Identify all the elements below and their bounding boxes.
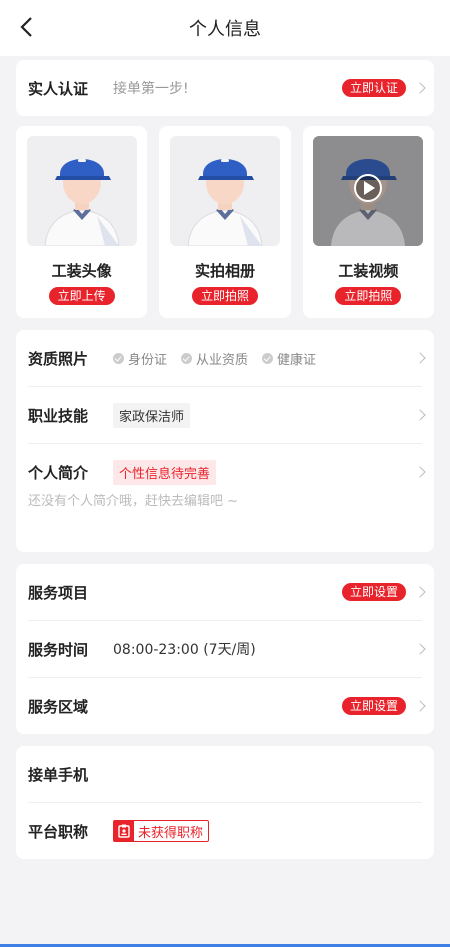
photo-cards: 工装头像 立即上传 实拍相册 立即拍照 工装视频 立即拍照 xyxy=(16,126,434,318)
chevron-right-icon xyxy=(414,586,426,598)
platform-title-row: 平台职称 未获得职称 xyxy=(16,803,434,859)
qualifications-row[interactable]: 资质照片 身份证 从业资质 健康证 xyxy=(16,330,434,386)
photo-label: 实拍相册 xyxy=(194,262,255,280)
skills-label: 职业技能 xyxy=(28,406,89,425)
nav-bar: 个人信息 xyxy=(0,0,450,56)
realname-row[interactable]: 实人认证 接单第一步! 立即认证 xyxy=(16,60,434,116)
upload-now-button[interactable]: 立即上传 xyxy=(48,287,115,305)
take-photo-button[interactable]: 立即拍照 xyxy=(191,287,258,305)
photo-label: 工装头像 xyxy=(51,262,112,280)
worker-video-icon xyxy=(331,159,406,246)
page-title: 个人信息 xyxy=(189,19,261,40)
profile-card: 资质照片 身份证 从业资质 健康证 职业技能 家政保洁师 个人简介 个性信息待完… xyxy=(16,330,434,552)
service-time-row[interactable]: 服务时间 08:00-23:00 (7天/周) xyxy=(16,621,434,677)
photo-label: 工装视频 xyxy=(338,262,399,280)
service-items-row[interactable]: 服务项目 立即设置 xyxy=(16,564,434,620)
check-circle-icon xyxy=(113,352,124,364)
avatar-placeholder[interactable] xyxy=(26,136,137,246)
bio-label: 个人简介 xyxy=(28,463,89,482)
set-service-items-button[interactable]: 立即设置 xyxy=(341,583,406,601)
photo-card-avatar[interactable]: 工装头像 立即上传 xyxy=(16,126,148,318)
platform-title-label: 平台职称 xyxy=(28,822,89,841)
qualification-list: 身份证 从业资质 健康证 xyxy=(113,349,316,368)
qualification-item: 健康证 xyxy=(262,349,316,368)
album-placeholder[interactable] xyxy=(169,136,280,246)
qualification-item: 从业资质 xyxy=(181,349,248,368)
bio-placeholder[interactable]: 还没有个人简介哦，赶快去编辑吧 ~ xyxy=(16,492,434,552)
set-service-area-button[interactable]: 立即设置 xyxy=(341,697,406,715)
check-circle-icon xyxy=(181,352,193,364)
bio-row[interactable]: 个人简介 个性信息待完善 xyxy=(16,444,434,500)
check-circle-icon xyxy=(262,352,274,364)
worker-avatar-icon xyxy=(44,159,120,246)
phone-row[interactable]: 接单手机 xyxy=(16,746,434,802)
video-placeholder[interactable] xyxy=(313,136,424,246)
service-area-row[interactable]: 服务区域 立即设置 xyxy=(16,678,434,734)
chevron-right-icon xyxy=(414,352,426,364)
service-time-value: 08:00-23:00 (7天/周) xyxy=(113,642,256,658)
worker-avatar-icon xyxy=(187,159,263,246)
record-video-button[interactable]: 立即拍照 xyxy=(335,287,402,305)
platform-title-tag: 未获得职称 xyxy=(113,820,210,842)
skill-tag: 家政保洁师 xyxy=(113,402,191,428)
service-area-label: 服务区域 xyxy=(28,697,89,716)
service-time-label: 服务时间 xyxy=(28,640,89,659)
verify-now-button[interactable]: 立即认证 xyxy=(341,79,406,97)
chevron-right-icon xyxy=(414,700,426,712)
platform-title-text: 未获得职称 xyxy=(138,825,204,841)
chevron-left-icon xyxy=(20,17,32,37)
contact-card: 接单手机 平台职称 未获得职称 xyxy=(16,746,434,859)
realname-card: 实人认证 接单第一步! 立即认证 xyxy=(16,60,434,116)
phone-label: 接单手机 xyxy=(28,765,89,784)
qualifications-label: 资质照片 xyxy=(28,349,89,368)
service-card: 服务项目 立即设置 服务时间 08:00-23:00 (7天/周) 服务区域 立… xyxy=(16,564,434,734)
service-items-label: 服务项目 xyxy=(28,583,89,602)
badge-icon xyxy=(114,821,134,841)
realname-label: 实人认证 xyxy=(28,79,89,98)
skills-row[interactable]: 职业技能 家政保洁师 xyxy=(16,387,434,443)
bio-status-tag: 个性信息待完善 xyxy=(113,459,217,485)
back-button[interactable] xyxy=(14,14,38,40)
photo-card-video[interactable]: 工装视频 立即拍照 xyxy=(302,126,434,318)
photo-card-album[interactable]: 实拍相册 立即拍照 xyxy=(159,126,291,318)
qualification-item: 身份证 xyxy=(113,349,167,368)
